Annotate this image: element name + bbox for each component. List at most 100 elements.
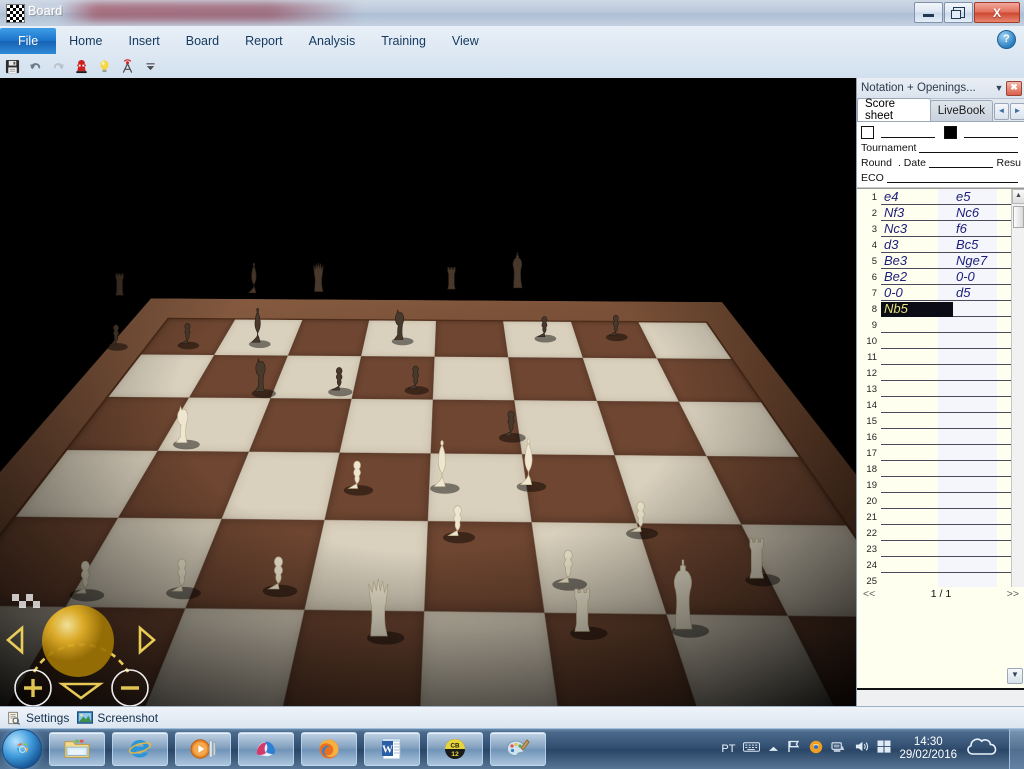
move-row[interactable]: 24 <box>857 557 1024 573</box>
taskbar-item-windows-explorer[interactable] <box>49 732 105 766</box>
start-button[interactable] <box>2 729 42 769</box>
cloud-icon[interactable] <box>965 735 999 764</box>
tab-livebook[interactable]: LiveBook <box>929 100 993 121</box>
move-row[interactable]: 16 <box>857 429 1024 445</box>
white-move[interactable] <box>881 414 953 429</box>
board-square[interactable] <box>503 321 583 358</box>
white-move[interactable] <box>881 382 953 397</box>
updater-icon[interactable] <box>809 740 823 759</box>
white-move[interactable] <box>881 494 953 509</box>
tab-training[interactable]: Training <box>368 28 439 54</box>
broadcast-icon[interactable] <box>119 58 135 74</box>
show-desktop-button[interactable] <box>1009 729 1024 769</box>
move-row[interactable]: 9 <box>857 317 1024 333</box>
white-move[interactable] <box>881 526 953 541</box>
pager-next-button[interactable]: >> <box>1007 588 1019 600</box>
board-square[interactable] <box>427 453 532 523</box>
eco-field[interactable] <box>886 173 1018 183</box>
white-move[interactable]: e4 <box>881 190 953 205</box>
board-square[interactable] <box>419 610 563 706</box>
tab-home[interactable]: Home <box>56 28 115 54</box>
board-navigation-widget[interactable] <box>0 566 170 706</box>
taskbar-item-paint[interactable] <box>490 732 546 766</box>
board-square[interactable] <box>434 320 509 358</box>
white-move[interactable] <box>881 462 953 477</box>
board-square[interactable] <box>304 519 428 611</box>
white-move[interactable]: Be2 <box>881 270 953 285</box>
board-square[interactable] <box>613 454 742 525</box>
tab-score-sheet[interactable]: Score sheet <box>857 98 931 122</box>
white-move[interactable]: 0-0 <box>881 286 953 301</box>
move-row[interactable]: 5 Be3 Nge7 <box>857 253 1024 269</box>
tab-prev-button[interactable]: ◄ <box>994 103 1009 120</box>
tab-view[interactable]: View <box>439 28 492 54</box>
move-row[interactable]: 10 <box>857 333 1024 349</box>
move-row[interactable]: 14 <box>857 397 1024 413</box>
board-square[interactable] <box>508 357 597 401</box>
help-icon[interactable]: ? <box>997 30 1016 49</box>
board-square[interactable] <box>432 356 515 401</box>
move-row[interactable]: 17 <box>857 445 1024 461</box>
board-3d-viewport[interactable] <box>0 78 856 706</box>
network-icon[interactable] <box>831 740 846 758</box>
white-move[interactable] <box>881 542 953 557</box>
tab-analysis[interactable]: Analysis <box>296 28 369 54</box>
status-screenshot[interactable]: Screenshot <box>77 711 158 725</box>
white-move[interactable] <box>881 318 953 333</box>
save-icon[interactable] <box>4 58 20 74</box>
move-row[interactable]: 3 Nc3 f6 <box>857 221 1024 237</box>
board-square[interactable] <box>430 399 523 454</box>
minimize-button[interactable] <box>914 2 943 23</box>
white-move[interactable] <box>881 478 953 493</box>
move-row[interactable]: 4 d3 Bc5 <box>857 237 1024 253</box>
move-row[interactable]: 6 Be2 0-0 <box>857 269 1024 285</box>
white-move[interactable] <box>881 334 953 349</box>
move-row[interactable]: 8 Nb5 <box>857 301 1024 317</box>
pager-prev-button[interactable]: << <box>863 588 875 600</box>
taskbar-item-chessbase[interactable]: CB 12 <box>427 732 483 766</box>
white-move[interactable] <box>881 350 953 365</box>
tab-next-button[interactable]: ► <box>1010 103 1024 120</box>
board-square[interactable] <box>424 521 545 613</box>
move-row[interactable]: 13 <box>857 381 1024 397</box>
white-move[interactable]: Be3 <box>881 254 953 269</box>
move-list[interactable]: 1 e4 e5 2 Nf3 Nc6 3 Nc3 f6 4 d3 Bc5 5 Be3 Nge7 6 Be2 0-0 7… <box>857 188 1024 587</box>
white-move[interactable] <box>881 398 953 413</box>
taskbar-item-internet-explorer[interactable] <box>112 732 168 766</box>
tray-language[interactable]: PT <box>721 743 735 755</box>
move-row[interactable]: 7 0-0 d5 <box>857 285 1024 301</box>
chevron-down-icon[interactable]: ▼ <box>992 83 1006 93</box>
tab-board[interactable]: Board <box>173 28 232 54</box>
tab-file[interactable]: File <box>0 28 57 54</box>
move-row[interactable]: 18 <box>857 461 1024 477</box>
white-move[interactable] <box>881 446 953 461</box>
panel-close-icon[interactable]: ✖ <box>1006 80 1022 96</box>
taskbar-item-firefox[interactable] <box>301 732 357 766</box>
move-row[interactable]: 20 <box>857 493 1024 509</box>
black-player-field[interactable] <box>964 128 1018 138</box>
clock[interactable]: 14:30 29/02/2016 <box>899 736 957 762</box>
move-row[interactable]: 22 <box>857 525 1024 541</box>
keyboard-icon[interactable] <box>743 740 761 758</box>
close-button[interactable]: X <box>974 2 1020 23</box>
move-row[interactable]: 23 <box>857 541 1024 557</box>
move-row[interactable]: 19 <box>857 477 1024 493</box>
board-square[interactable] <box>361 320 437 357</box>
taskbar-item-media-player[interactable] <box>175 732 231 766</box>
white-move[interactable]: d3 <box>881 238 953 253</box>
white-move[interactable]: Nf3 <box>881 206 953 221</box>
redo-icon[interactable] <box>50 58 66 74</box>
move-row[interactable]: 15 <box>857 413 1024 429</box>
volume-icon[interactable] <box>854 740 869 758</box>
tournament-field[interactable] <box>919 143 1018 153</box>
tab-report[interactable]: Report <box>232 28 296 54</box>
scroll-up-icon[interactable]: ▲ <box>1012 189 1024 204</box>
board-square[interactable] <box>287 320 369 356</box>
move-row[interactable]: 12 <box>857 365 1024 381</box>
white-move[interactable] <box>881 430 953 445</box>
board-square[interactable] <box>270 355 362 399</box>
move-row[interactable]: 2 Nf3 Nc6 <box>857 205 1024 221</box>
white-move[interactable] <box>881 558 953 573</box>
move-row[interactable]: 21 <box>857 509 1024 525</box>
customize-dropdown-icon[interactable] <box>142 58 158 74</box>
